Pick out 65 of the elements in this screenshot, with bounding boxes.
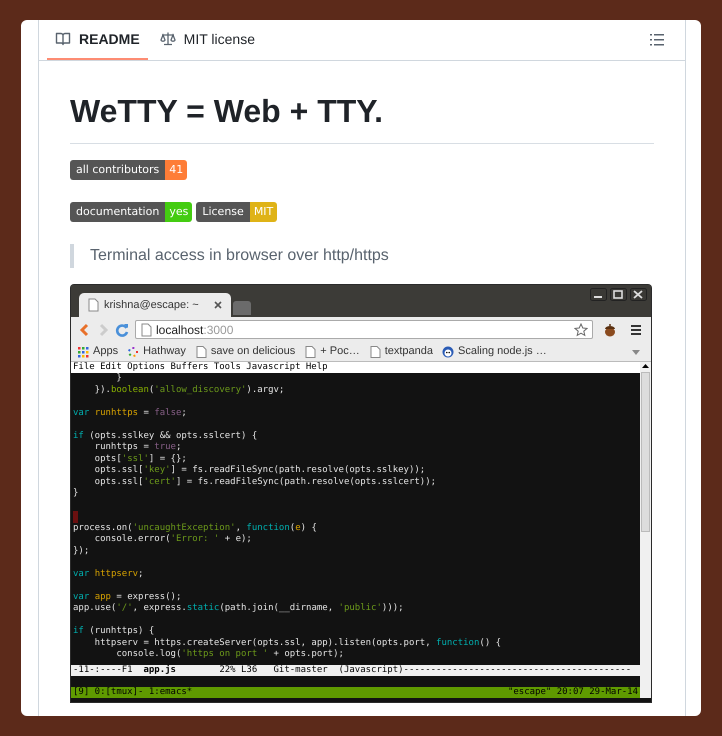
tab[interactable]: README <box>47 20 148 60</box>
status-right-text: "escape" 20:07 29-Mar-14 <box>508 687 638 698</box>
text-cursor <box>73 511 78 522</box>
reload-icon <box>115 322 129 336</box>
menu-item[interactable]: Help <box>306 362 328 373</box>
code-line: if (opts.sslkey && opts.sslcert) { <box>73 430 258 442</box>
scale-icon <box>160 31 176 47</box>
menu-item[interactable]: Buffers <box>170 362 208 373</box>
page-icon <box>304 346 316 358</box>
code-line: } <box>73 488 80 500</box>
page-icon <box>368 346 381 358</box>
code-line: console.log('https on port ' + opts.port); <box>115 649 345 660</box>
close-icon <box>213 300 223 310</box>
code-line: } <box>115 373 123 384</box>
bookmark[interactable]: + Poc… <box>304 343 360 360</box>
blockquote-text: Terminal access in browser over http/https <box>90 246 390 266</box>
acorn-icon <box>603 322 617 336</box>
tab-title: krishna@escape: ~ <box>104 298 200 313</box>
mascot-icon <box>442 346 454 358</box>
book-icon <box>55 31 71 47</box>
menu-item[interactable]: Options <box>127 362 166 373</box>
bookmark[interactable]: Hathway <box>127 343 186 360</box>
code-line: opts['ssl'] = {}; <box>94 454 188 465</box>
menu-icon <box>629 322 643 336</box>
close-icon[interactable] <box>630 288 647 301</box>
code-line: var runhttps = false; <box>73 408 188 419</box>
spinner-icon <box>127 346 140 358</box>
code-line: process.on('uncaughtException', function(e) { <box>73 522 318 534</box>
menu-item[interactable]: Edit <box>100 362 122 373</box>
address-bar[interactable]: localhost:3000 <box>135 320 593 339</box>
maximize-icon[interactable] <box>610 288 627 301</box>
bookmark[interactable]: Scaling node.js … <box>442 343 547 360</box>
bookmark[interactable]: Apps <box>77 343 118 360</box>
page-icon <box>194 346 207 358</box>
bookmark[interactable]: textpanda <box>368 343 434 360</box>
url-text: localhost:3000 <box>156 322 234 338</box>
browser-tab[interactable]: krishna@escape: ~ <box>79 293 231 317</box>
code-line: console.error('Error: ' + e); <box>94 534 253 546</box>
dropdown-caret-icon <box>631 348 641 356</box>
page-icon <box>140 322 152 336</box>
menu-item[interactable]: Javascript <box>246 362 300 373</box>
code-line: app.use('/', express.static(path.join(__dirname, 'public'))); <box>73 603 405 614</box>
code-line: }); <box>73 546 90 557</box>
code-line: var app = express(); <box>73 592 182 603</box>
scroll-up-arrow-icon <box>641 362 650 370</box>
readme-title: WeTTY = Web + TTY. <box>70 91 654 144</box>
scrollbar-thumb[interactable] <box>641 372 650 532</box>
code-line: opts.ssl['cert'] = fs.readFileSync(path.resolve(opts.sslcert)); <box>94 476 438 488</box>
tab[interactable]: MIT license <box>152 20 263 60</box>
code-line: runhttps = true; <box>94 442 182 454</box>
bookmark[interactable]: save on delicious <box>194 343 296 360</box>
code-line: opts.ssl['key'] = fs.readFileSync(path.resolve(opts.sslkey)); <box>94 465 426 476</box>
star-icon <box>574 322 588 336</box>
code-line: if (runhttps) { <box>73 626 156 638</box>
menu-item[interactable]: Tools <box>214 362 241 373</box>
page-icon <box>87 298 99 312</box>
scrollbar[interactable] <box>640 362 651 698</box>
minimize-icon[interactable] <box>590 288 607 301</box>
menu-item[interactable]: File <box>73 362 95 373</box>
status-left-text: [9] 0:[tmux]- 1:emacs* <box>73 687 192 698</box>
code-line: httpserv = https.createServer(opts.ssl, app).listen(opts.port, function() { <box>94 638 502 649</box>
outline-list-icon[interactable] <box>649 32 665 48</box>
code-line: var httpserv; <box>73 568 144 580</box>
code-line: }).boolean('allow_discovery').argv; <box>94 384 286 396</box>
apps-grid-icon <box>77 346 89 358</box>
